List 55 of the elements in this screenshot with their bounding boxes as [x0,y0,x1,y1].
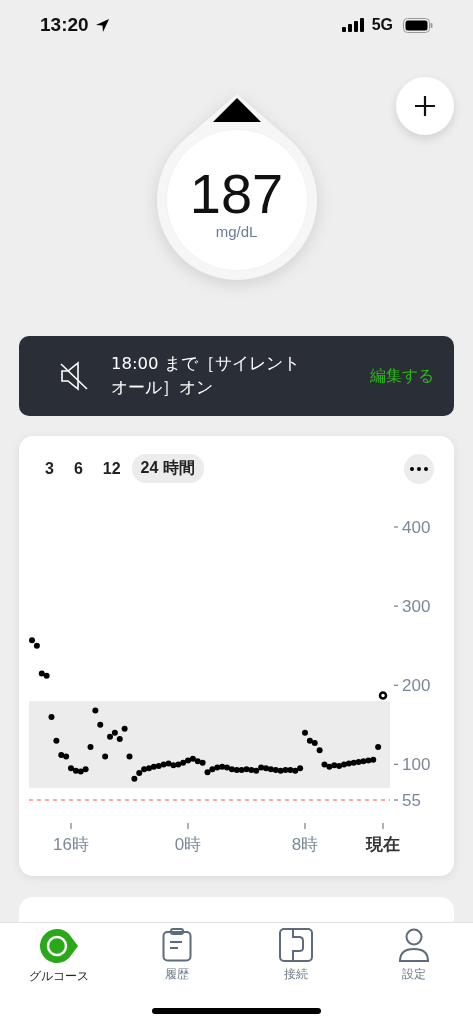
x-axis-label: 8時 [291,835,319,854]
tab-bar-item[interactable]: 設定 [366,923,461,985]
tab-bar-item[interactable]: 接続 [248,923,343,985]
location-arrow-icon [94,17,110,33]
x-tick [187,822,189,830]
data-point [53,737,60,744]
person-icon [397,928,430,962]
y-axis-label: 300 [402,597,431,617]
status-time: 13:20 [40,14,89,36]
glucose-drop-icon [39,928,80,964]
y-tick [393,526,399,528]
x-tick [382,822,384,830]
data-point [92,707,99,714]
y-axis-label: 200 [402,676,431,696]
range-tab[interactable]: 24 時間 [131,454,204,483]
y-tick [393,763,399,766]
banner-message: 18:00 まで［サイレントオール］オン [111,353,301,399]
y-tick [393,799,399,801]
trend-arrow-icon [212,98,261,122]
y-tick [393,684,399,686]
tab-bar-item[interactable]: グルコース [12,923,107,985]
battery-icon [403,17,433,33]
glucose-value: 187 [189,164,284,223]
data-point [97,721,104,728]
y-tick [393,605,399,607]
data-point [126,753,133,760]
data-point [48,713,55,720]
x-tick [304,822,306,830]
current-reading-marker [378,691,388,700]
glucose-unit: mg/dL [215,222,258,240]
range-tab[interactable]: 12 [93,454,130,483]
x-axis-label: 16時 [53,835,89,854]
edit-link[interactable]: 編集する [370,365,434,387]
add-button[interactable] [396,77,454,135]
x-tick [70,822,72,830]
range-tab[interactable]: 3 [36,454,63,483]
network-label: 5G [371,16,393,34]
data-point [121,725,128,732]
y-axis-label: 55 [402,791,421,810]
tab-bar-item[interactable]: 履歴 [130,923,225,985]
data-point [375,744,382,750]
connector-icon [278,928,313,962]
more-icon [410,466,428,471]
plus-icon [414,95,436,117]
muted-speaker-icon [59,360,89,392]
data-point [87,744,94,750]
signal-icon [341,18,366,32]
data-point [102,753,109,760]
range-tab[interactable]: 6 [64,454,92,483]
x-axis-label: 0時 [174,835,202,854]
x-axis-label: 現在 [366,835,400,854]
more-button[interactable] [404,453,434,484]
y-axis-label: 100 [402,755,431,775]
y-axis-label: 400 [402,518,431,537]
clipboard-icon [162,928,193,962]
